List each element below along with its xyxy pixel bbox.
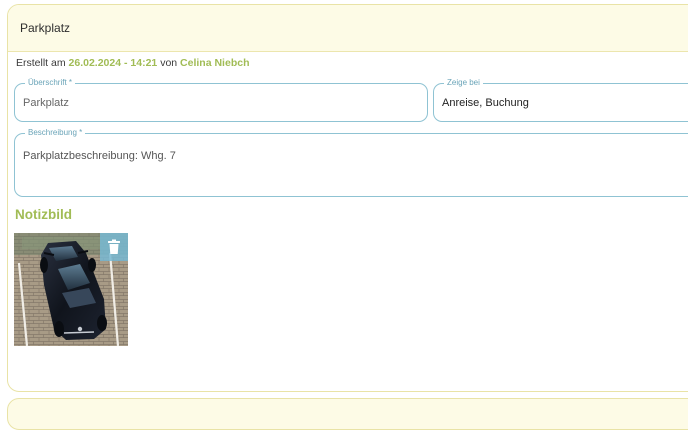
- next-note-card[interactable]: [7, 398, 688, 430]
- headline-label: Überschrift *: [25, 78, 76, 88]
- card-title: Parkplatz: [20, 21, 71, 35]
- created-by-label: von: [160, 57, 178, 69]
- created-prefix: Erstellt am: [16, 57, 66, 69]
- show-at-label: Zeige bei: [444, 78, 483, 88]
- created-datetime: 26.02.2024 - 14:21: [68, 57, 158, 69]
- description-label: Beschreibung *: [25, 128, 86, 138]
- headline-field[interactable]: Überschrift * Parkplatz: [14, 78, 428, 122]
- note-image-thumbnail[interactable]: [14, 233, 128, 346]
- description-textarea[interactable]: Parkplatzbeschreibung: Whg. 7: [23, 150, 176, 162]
- delete-image-button[interactable]: [100, 233, 128, 261]
- description-field[interactable]: Beschreibung * Parkplatzbeschreibung: Wh…: [14, 128, 688, 197]
- created-author: Celina Niebch: [180, 57, 250, 69]
- show-at-select[interactable]: Zeige bei Anreise, Buchung: [433, 78, 688, 122]
- created-info: Erstellt am 26.02.2024 - 14:21 von Celin…: [16, 57, 249, 69]
- trash-icon: [108, 239, 120, 254]
- note-image-heading: Notizbild: [15, 207, 72, 222]
- parking-note-card: Parkplatz Erstellt am 26.02.2024 - 14:21…: [7, 4, 688, 392]
- show-at-value[interactable]: Anreise, Buchung: [442, 97, 529, 109]
- headline-input[interactable]: Parkplatz: [23, 97, 69, 109]
- card-header[interactable]: Parkplatz: [8, 5, 688, 52]
